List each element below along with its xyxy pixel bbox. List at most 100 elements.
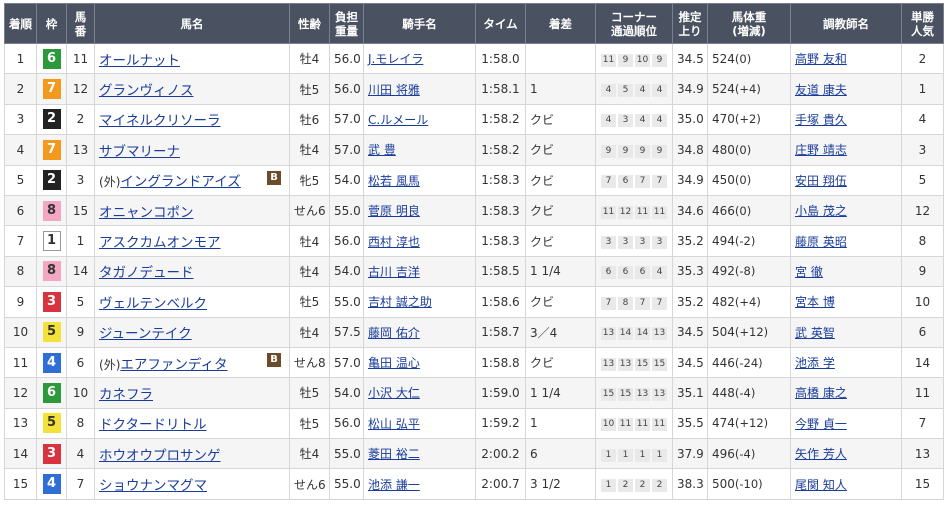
rank-cell: 15 xyxy=(4,468,37,500)
corner-cell: 15 15 13 13 xyxy=(595,377,673,409)
trainer-link[interactable]: 安田 翔伍 xyxy=(795,174,847,188)
corner-position: 6 xyxy=(618,266,633,280)
corner-position: 3 xyxy=(601,236,616,250)
bodyweight-cell: 524(+4) xyxy=(707,73,791,105)
bodyweight-diff: (0) xyxy=(734,203,752,218)
sexage-cell: せん6 xyxy=(289,194,330,227)
horse-name-link[interactable]: ドクタードリトル xyxy=(99,417,206,433)
pop-cell: 5 xyxy=(901,164,944,196)
corner-position: 14 xyxy=(618,327,633,341)
jockey-link[interactable]: 藤岡 佑介 xyxy=(368,326,420,340)
bodyweight-cell: 474(+12) xyxy=(707,407,791,440)
trainer-link[interactable]: 池添 学 xyxy=(795,356,835,370)
waku-cell: 6 xyxy=(36,42,67,75)
umaban-cell: 12 xyxy=(66,73,95,105)
trainer-link[interactable]: 庄野 靖志 xyxy=(795,143,847,157)
horse-name-link[interactable]: アスクカムオンモア xyxy=(99,235,221,251)
bodyweight-value: 504 xyxy=(712,325,735,340)
waku-badge: 7 xyxy=(42,139,61,160)
jockey-link[interactable]: 松若 風馬 xyxy=(368,174,420,188)
jockey-link[interactable]: 吉村 誠之助 xyxy=(368,295,432,309)
header-trainer: 調教師名 xyxy=(790,3,902,44)
last3f-cell: 38.3 xyxy=(672,468,708,500)
horse-cell: マイネルクリソーラ xyxy=(94,103,290,136)
bodyweight-diff: (-24) xyxy=(734,355,763,370)
corner-cell: 13 14 14 13 xyxy=(595,316,673,348)
corner-position: 7 xyxy=(601,296,616,310)
jockey-cell: 松山 弘平 xyxy=(363,407,476,440)
jockey-link[interactable]: 小沢 大仁 xyxy=(368,386,420,400)
jockey-link[interactable]: C.ルメール xyxy=(368,113,428,127)
trainer-link[interactable]: 宮本 博 xyxy=(795,295,835,309)
last3f-cell: 35.0 xyxy=(672,103,708,136)
trainer-link[interactable]: 友道 康夫 xyxy=(795,83,847,97)
horse-name-link[interactable]: グランヴィノス xyxy=(99,83,194,99)
corner-position: 9 xyxy=(618,144,633,158)
rank-cell: 4 xyxy=(4,134,37,166)
corner-position: 12 xyxy=(618,205,633,219)
horse-cell: ショウナンマグマ xyxy=(94,468,290,500)
blinker-badge: B xyxy=(267,352,281,367)
jockey-link[interactable]: 川田 将雅 xyxy=(368,83,420,97)
trainer-cell: 尾関 知人 xyxy=(790,468,902,500)
trainer-cell: 矢作 芳人 xyxy=(790,438,902,470)
corner-position: 4 xyxy=(601,84,616,98)
header-pop: 単勝 人気 xyxy=(901,3,944,44)
horse-name-link[interactable]: タガノデュード xyxy=(99,265,194,281)
horse-name-link[interactable]: ジューンテイク xyxy=(99,326,192,342)
horse-cell: カネフラ xyxy=(94,377,290,409)
waku-cell: 3 xyxy=(36,438,67,470)
horse-name-link[interactable]: イングランドアイズ xyxy=(120,174,240,190)
horse-name-link[interactable]: カネフラ xyxy=(99,387,153,403)
horse-name-link[interactable]: エアファンディタ xyxy=(120,357,227,373)
jockey-cell: 松若 風馬 xyxy=(363,164,476,196)
bodyweight-value: 446 xyxy=(712,355,735,370)
trainer-link[interactable]: 高橋 康之 xyxy=(795,386,847,400)
corner-position: 2 xyxy=(652,479,667,493)
trainer-link[interactable]: 矢作 芳人 xyxy=(795,447,847,461)
trainer-link[interactable]: 高野 友和 xyxy=(795,52,847,66)
corner-position: 11 xyxy=(601,205,616,219)
bodyweight-diff: (0) xyxy=(734,51,752,66)
trainer-link[interactable]: 宮 徹 xyxy=(795,265,823,279)
jockey-link[interactable]: 古川 吉洋 xyxy=(368,265,420,279)
trainer-link[interactable]: 今野 貞一 xyxy=(795,417,847,431)
jockey-link[interactable]: 松山 弘平 xyxy=(368,417,420,431)
sexage-cell: 牡5 xyxy=(289,73,330,105)
rank-cell: 12 xyxy=(4,377,37,409)
horse-name-link[interactable]: マイネルクリソーラ xyxy=(99,113,221,129)
trainer-cell: 安田 翔伍 xyxy=(790,164,902,196)
waku-cell: 5 xyxy=(36,407,67,440)
umaban-cell: 7 xyxy=(66,468,95,500)
pop-cell: 1 xyxy=(901,73,944,105)
corner-position: 11 xyxy=(601,53,616,67)
header-corner: コーナー 通過順位 xyxy=(595,3,673,44)
trainer-link[interactable]: 藤原 英昭 xyxy=(795,235,847,249)
trainer-cell: 手塚 貴久 xyxy=(790,103,902,136)
umaban-cell: 14 xyxy=(66,255,95,288)
horse-cell: オニャンコポン xyxy=(94,194,290,227)
jockey-link[interactable]: 西村 淳也 xyxy=(368,235,420,249)
trainer-link[interactable]: 手塚 貴久 xyxy=(795,113,847,127)
trainer-link[interactable]: 尾関 知人 xyxy=(795,478,847,492)
bodyweight-value: 482 xyxy=(712,294,735,309)
horse-name-link[interactable]: オールナット xyxy=(99,53,180,69)
horse-name-link[interactable]: オニャンコポン xyxy=(99,205,194,221)
jockey-link[interactable]: 亀田 温心 xyxy=(368,356,420,370)
horse-name-link[interactable]: ショウナンマグマ xyxy=(99,478,207,494)
bodyweight-cell: 524(0) xyxy=(707,42,791,75)
trainer-link[interactable]: 小島 茂之 xyxy=(795,204,847,218)
jockey-link[interactable]: 池添 謙一 xyxy=(368,478,420,492)
horse-name-link[interactable]: ヴェルテンベルク xyxy=(99,296,207,312)
bodyweight-diff: (+4) xyxy=(734,82,761,97)
horse-name-link[interactable]: サブマリーナ xyxy=(99,144,180,160)
jockey-link[interactable]: 菱田 裕二 xyxy=(368,447,420,461)
jockey-link[interactable]: J.モレイラ xyxy=(368,52,423,66)
jockey-link[interactable]: 武 豊 xyxy=(368,143,396,157)
trainer-cell: 高橋 康之 xyxy=(790,377,902,409)
waku-badge: 7 xyxy=(42,79,61,100)
horse-name-link[interactable]: ホウオウプロサンゲ xyxy=(99,448,221,464)
trainer-link[interactable]: 武 英智 xyxy=(795,326,835,340)
jockey-link[interactable]: 菅原 明良 xyxy=(368,204,420,218)
bodyweight-cell: 482(+4) xyxy=(707,286,791,318)
